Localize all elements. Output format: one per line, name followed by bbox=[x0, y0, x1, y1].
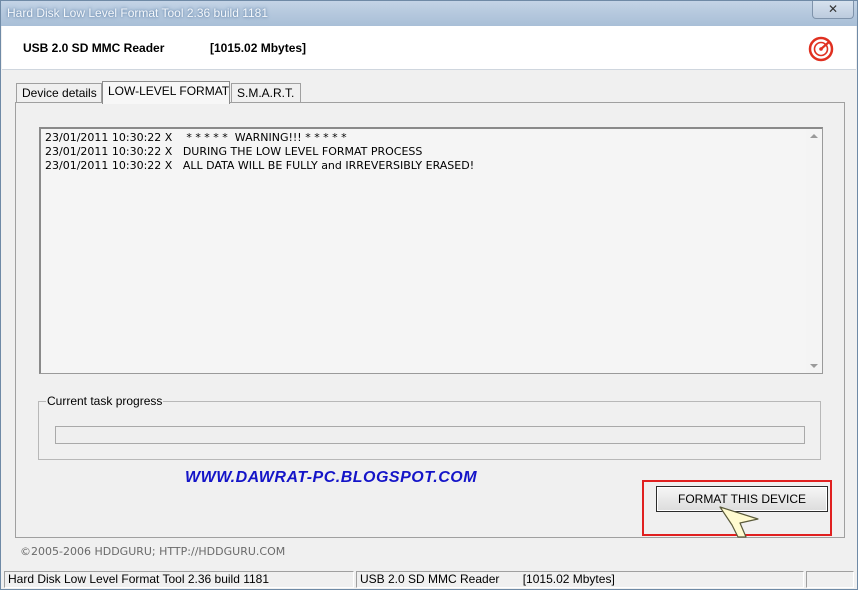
title-bar[interactable]: Hard Disk Low Level Format Tool 2.36 bui… bbox=[1, 1, 857, 26]
low-level-format-panel: 23/01/2011 10:30:22 X * * * * * WARNING!… bbox=[15, 102, 845, 538]
device-size: [1015.02 Mbytes] bbox=[210, 41, 307, 55]
main-window: Hard Disk Low Level Format Tool 2.36 bui… bbox=[0, 0, 858, 590]
tab-low-level-format[interactable]: LOW-LEVEL FORMAT bbox=[102, 81, 230, 104]
close-button[interactable]: ✕ bbox=[812, 1, 854, 19]
tab-device-details[interactable]: Device details bbox=[16, 83, 102, 103]
log-line: 23/01/2011 10:30:22 X * * * * * WARNING!… bbox=[45, 131, 347, 144]
scroll-up-arrow-icon[interactable] bbox=[810, 134, 818, 138]
cursor-pointer-icon bbox=[719, 506, 759, 538]
scroll-down-arrow-icon[interactable] bbox=[810, 364, 818, 368]
progress-label: Current task progress bbox=[46, 394, 164, 408]
status-bar: Hard Disk Low Level Format Tool 2.36 bui… bbox=[2, 570, 856, 589]
tab-strip: Device details LOW-LEVEL FORMAT S.M.A.R.… bbox=[16, 81, 316, 104]
device-header: USB 2.0 SD MMC Reader [1015.02 Mbytes] bbox=[2, 26, 856, 70]
status-app-name: Hard Disk Low Level Format Tool 2.36 bui… bbox=[4, 571, 354, 588]
log-lines: 23/01/2011 10:30:22 X * * * * * WARNING!… bbox=[45, 131, 474, 173]
status-extra bbox=[806, 571, 854, 588]
device-name: USB 2.0 SD MMC Reader bbox=[23, 41, 165, 55]
log-line: 23/01/2011 10:30:22 X ALL DATA WILL BE F… bbox=[45, 159, 475, 172]
watermark-link: WWW.DAWRAT-PC.BLOGSPOT.COM bbox=[185, 469, 478, 486]
log-line: 23/01/2011 10:30:22 X DURING THE LOW LEV… bbox=[45, 145, 423, 158]
progress-group: Current task progress bbox=[38, 394, 821, 460]
window-title: Hard Disk Low Level Format Tool 2.36 bui… bbox=[7, 6, 269, 20]
tab-smart[interactable]: S.M.A.R.T. bbox=[231, 83, 301, 103]
log-output[interactable]: 23/01/2011 10:30:22 X * * * * * WARNING!… bbox=[39, 127, 823, 374]
status-device: USB 2.0 SD MMC Reader [1015.02 Mbytes] bbox=[356, 571, 804, 588]
log-scrollbar[interactable] bbox=[806, 129, 822, 373]
copyright-text: ©2005-2006 HDDGURU; HTTP://HDDGURU.COM bbox=[20, 545, 286, 558]
hddguru-logo-icon bbox=[808, 36, 834, 62]
task-progress-bar bbox=[55, 426, 805, 444]
